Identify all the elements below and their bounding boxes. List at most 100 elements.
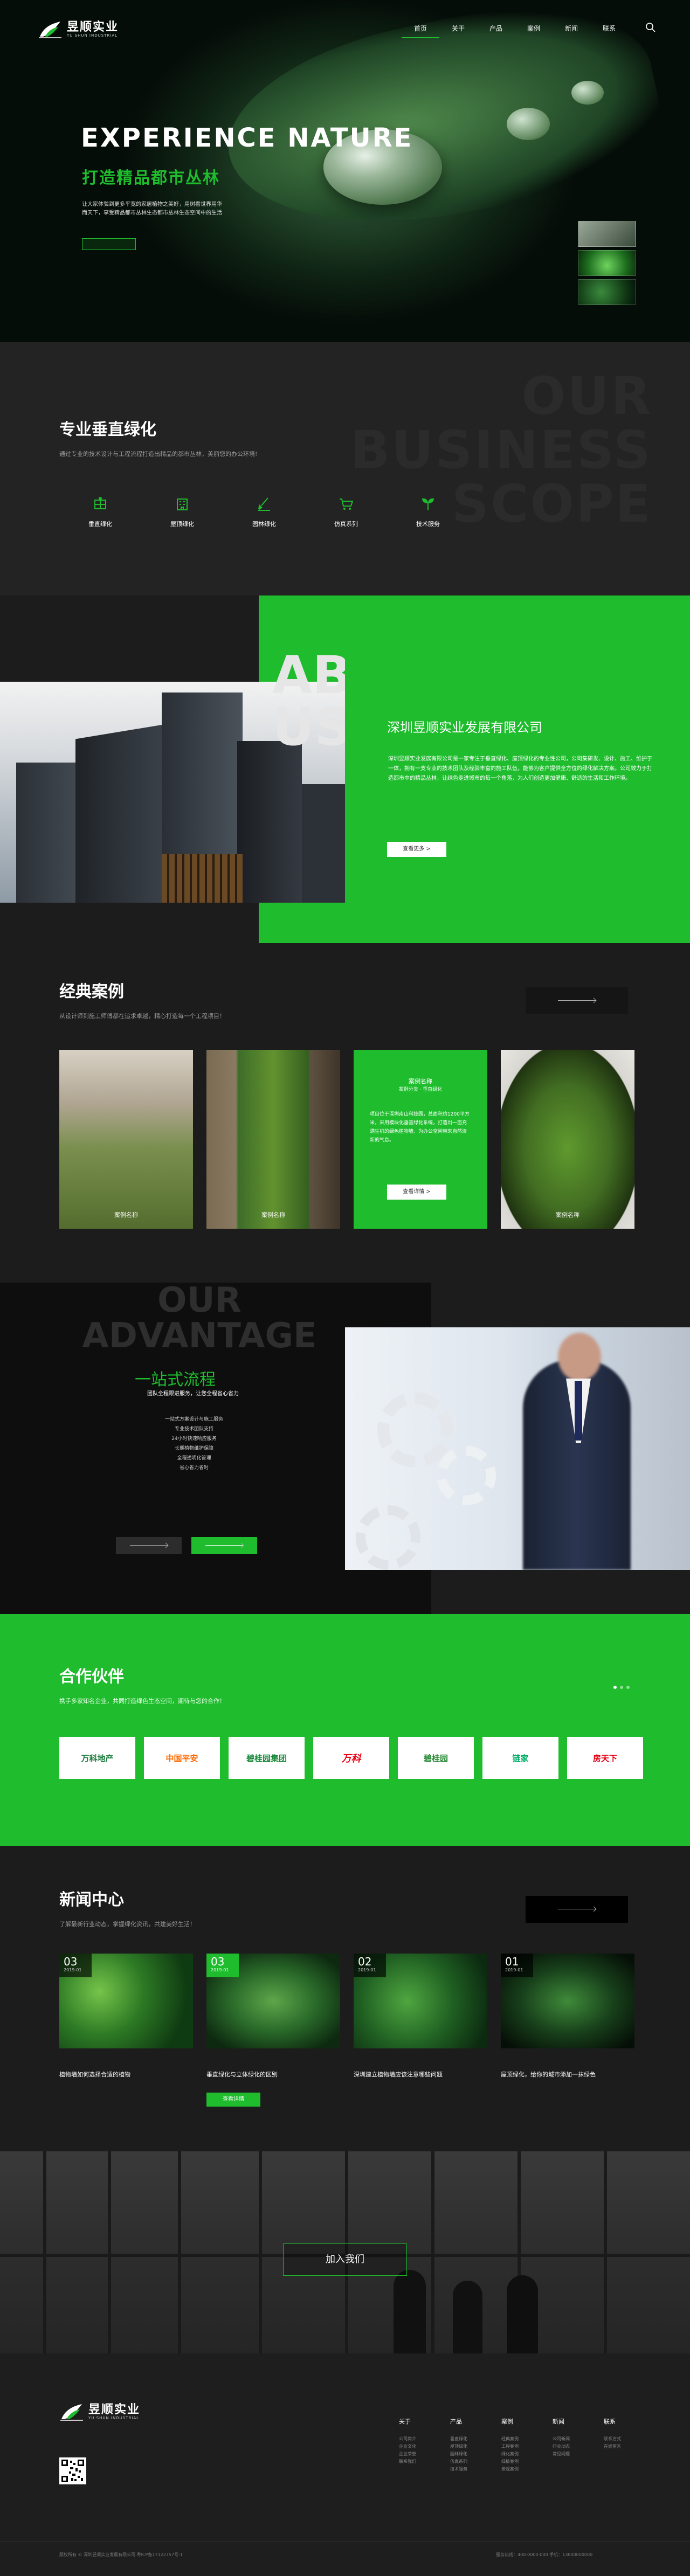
partner-logo[interactable]: 中国平安 <box>144 1737 220 1779</box>
join-us-button[interactable]: 加入我们 <box>283 2243 407 2276</box>
news-month: 2019-01 <box>505 1968 523 1972</box>
scope-item-label: 垂直绿化 <box>88 521 112 528</box>
partner-logo[interactable]: 万科 <box>313 1737 389 1779</box>
footer-links: 关于 公司简介 企业文化 企业荣誉 联系我们 产品 垂直绿化 屋顶绿化 园林绿化… <box>399 2417 655 2473</box>
partner-logo[interactable]: 万科地产 <box>59 1737 135 1779</box>
hero-more-button[interactable] <box>82 238 136 250</box>
partner-logo[interactable]: 房天下 <box>567 1737 643 1779</box>
news-month: 2019-01 <box>64 1968 82 1972</box>
footer-link[interactable]: 公司新闻 <box>553 2435 604 2443</box>
hero-thumbnail[interactable] <box>578 250 636 276</box>
cart-icon <box>338 496 354 512</box>
footer-link[interactable]: 经典案例 <box>501 2435 553 2443</box>
nav-item-about[interactable]: 关于 <box>439 19 477 38</box>
building-icon <box>174 496 190 512</box>
scope-item-simulation[interactable]: 仿真系列 <box>305 496 387 528</box>
water-drop-graphic <box>507 108 550 140</box>
footer-divider <box>0 2541 690 2542</box>
footer-link[interactable]: 绿植案例 <box>501 2458 553 2466</box>
footer-logo[interactable]: 昱顺实业 YU SHUN INDUSTRIAL <box>59 2401 140 2422</box>
footer-link[interactable]: 常见问题 <box>553 2450 604 2458</box>
footer-col-news: 新闻 公司新闻 行业动态 常见问题 <box>553 2417 604 2473</box>
footer-link[interactable]: 垂直绿化 <box>450 2435 501 2443</box>
footer-link[interactable]: 绿化案例 <box>501 2450 553 2458</box>
case-caption: 案例名称 <box>556 1211 579 1218</box>
nav-item-home[interactable]: 首页 <box>402 19 439 38</box>
news-card-title: 屋顶绿化，给你的城市添加一抹绿色 <box>501 2071 596 2078</box>
news-title: 新闻中心 <box>59 1891 124 1909</box>
scope-subtitle: 通过专业的技术设计与工程流程打造出精品的都市丛林，美丽您的办公环境! <box>59 451 258 458</box>
news-card[interactable]: 03 2019-01 垂直绿化与立体绿化的区别 查看详情 <box>206 1954 340 2107</box>
footer-link[interactable]: 联系方式 <box>604 2435 655 2443</box>
advantage-businessman-image <box>345 1327 690 1570</box>
news-card[interactable]: 03 2019-01 植物墙如何选择合适的植物 <box>59 1954 193 2107</box>
footer-link[interactable]: 园林绿化 <box>450 2450 501 2458</box>
main-nav: 首页 关于 产品 案例 新闻 联系 <box>402 19 628 38</box>
footer-link[interactable]: 企业文化 <box>399 2443 450 2450</box>
scope-heading: 专业垂直绿化 通过专业的技术设计与工程流程打造出精品的都市丛林，美丽您的办公环境… <box>59 416 257 458</box>
advantage-item: 长期植物维护保障 <box>174 1446 213 1451</box>
news-card[interactable]: 01 2019-01 屋顶绿化，给你的城市添加一抹绿色 <box>501 1954 634 2107</box>
footer-col-heading: 产品 <box>450 2418 462 2425</box>
pagination-dot[interactable] <box>626 1686 630 1689</box>
scope-item-garden[interactable]: 园林绿化 <box>223 496 305 528</box>
arrow-right-icon <box>558 1000 596 1001</box>
news-image: 02 2019-01 <box>354 1954 487 2048</box>
footer-link[interactable]: 公司简介 <box>399 2435 450 2443</box>
news-image: 03 2019-01 <box>206 1954 340 2048</box>
brand-name-en: YU SHUN INDUSTRIAL <box>88 2416 140 2420</box>
cases-more-button[interactable] <box>526 987 628 1014</box>
brand-logo[interactable]: 昱顺实业 YU SHUN INDUSTRIAL <box>38 17 119 41</box>
footer-link[interactable]: 行业动态 <box>553 2443 604 2450</box>
scope-items: 垂直绿化 屋顶绿化 园林绿化 仿真系列 技术服务 <box>59 496 469 528</box>
footer-link[interactable]: 仿真系列 <box>450 2458 501 2466</box>
scope-item-vertical[interactable]: 垂直绿化 <box>59 496 141 528</box>
footer-link[interactable]: 企业荣誉 <box>399 2450 450 2458</box>
news-card-title: 深圳建立植物墙应该注意哪些问题 <box>354 2071 443 2078</box>
nav-item-contact[interactable]: 联系 <box>590 19 628 38</box>
about-text: 深圳昱顺实业发展有限公司是一家专注于垂直绿化、屋顶绿化的专业性公司，公司集研发、… <box>388 756 652 781</box>
pagination-dot[interactable] <box>620 1686 623 1689</box>
hero-thumbnail[interactable] <box>578 279 636 305</box>
advantage-next-button[interactable] <box>191 1537 257 1554</box>
news-subtitle: 了解最新行业动态，掌握绿化资讯，共建美好生活！ <box>59 1921 196 1928</box>
news-more-button[interactable] <box>526 1896 628 1923</box>
brand-name: 昱顺实业 <box>88 2402 141 2416</box>
partner-logo[interactable]: 碧桂园集团 <box>229 1737 305 1779</box>
case-card[interactable]: 案例名称 <box>501 1050 634 1229</box>
leaf-logo-icon <box>38 18 63 40</box>
nav-item-products[interactable]: 产品 <box>477 19 515 38</box>
advantage-prev-button[interactable] <box>116 1537 182 1554</box>
partner-logo[interactable]: 碧桂园 <box>398 1737 474 1779</box>
case-card[interactable]: 案例名称 <box>59 1050 193 1229</box>
scope-item-roof[interactable]: 屋顶绿化 <box>141 496 223 528</box>
hero-thumbnail[interactable] <box>578 221 636 247</box>
footer-link[interactable]: 景观案例 <box>501 2466 553 2473</box>
news-card[interactable]: 02 2019-01 深圳建立植物墙应该注意哪些问题 <box>354 1954 487 2107</box>
news-day: 02 <box>358 1955 372 1968</box>
nav-item-news[interactable]: 新闻 <box>553 19 590 38</box>
scope-item-service[interactable]: 技术服务 <box>387 496 469 528</box>
cases-title: 经典案例 <box>59 982 124 1001</box>
news-day: 03 <box>64 1955 78 1968</box>
news-month: 2019-01 <box>358 1968 376 1972</box>
footer-link[interactable]: 屋顶绿化 <box>450 2443 501 2450</box>
nav-item-cases[interactable]: 案例 <box>515 19 553 38</box>
search-icon[interactable] <box>645 22 657 33</box>
water-drop-graphic <box>571 81 604 105</box>
about-more-button[interactable]: 查看更多 > <box>387 842 446 857</box>
footer-link[interactable]: 联系我们 <box>399 2458 450 2466</box>
case-card-featured[interactable]: 案例名称 案例分类 · 垂直绿化 项目位于深圳南山科技园，总面积约1200平方米… <box>354 1050 487 1229</box>
footer-link[interactable]: 在线留言 <box>604 2443 655 2450</box>
partner-logo[interactable]: 链家 <box>482 1737 558 1779</box>
cases-list: 案例名称 案例名称 案例名称 案例分类 · 垂直绿化 项目位于深圳南山科技园，总… <box>59 1050 634 1229</box>
brand-name-en: YU SHUN INDUSTRIAL <box>67 33 118 38</box>
wall-icon <box>92 496 108 512</box>
footer-link[interactable]: 技术服务 <box>450 2466 501 2473</box>
case-detail-button[interactable]: 查看详情 > <box>387 1185 446 1200</box>
news-detail-button[interactable]: 查看详情 <box>206 2093 260 2107</box>
case-card[interactable]: 案例名称 <box>206 1050 340 1229</box>
footer-col-heading: 关于 <box>399 2418 411 2425</box>
pagination-dot[interactable] <box>613 1686 617 1689</box>
footer-link[interactable]: 工程案例 <box>501 2443 553 2450</box>
